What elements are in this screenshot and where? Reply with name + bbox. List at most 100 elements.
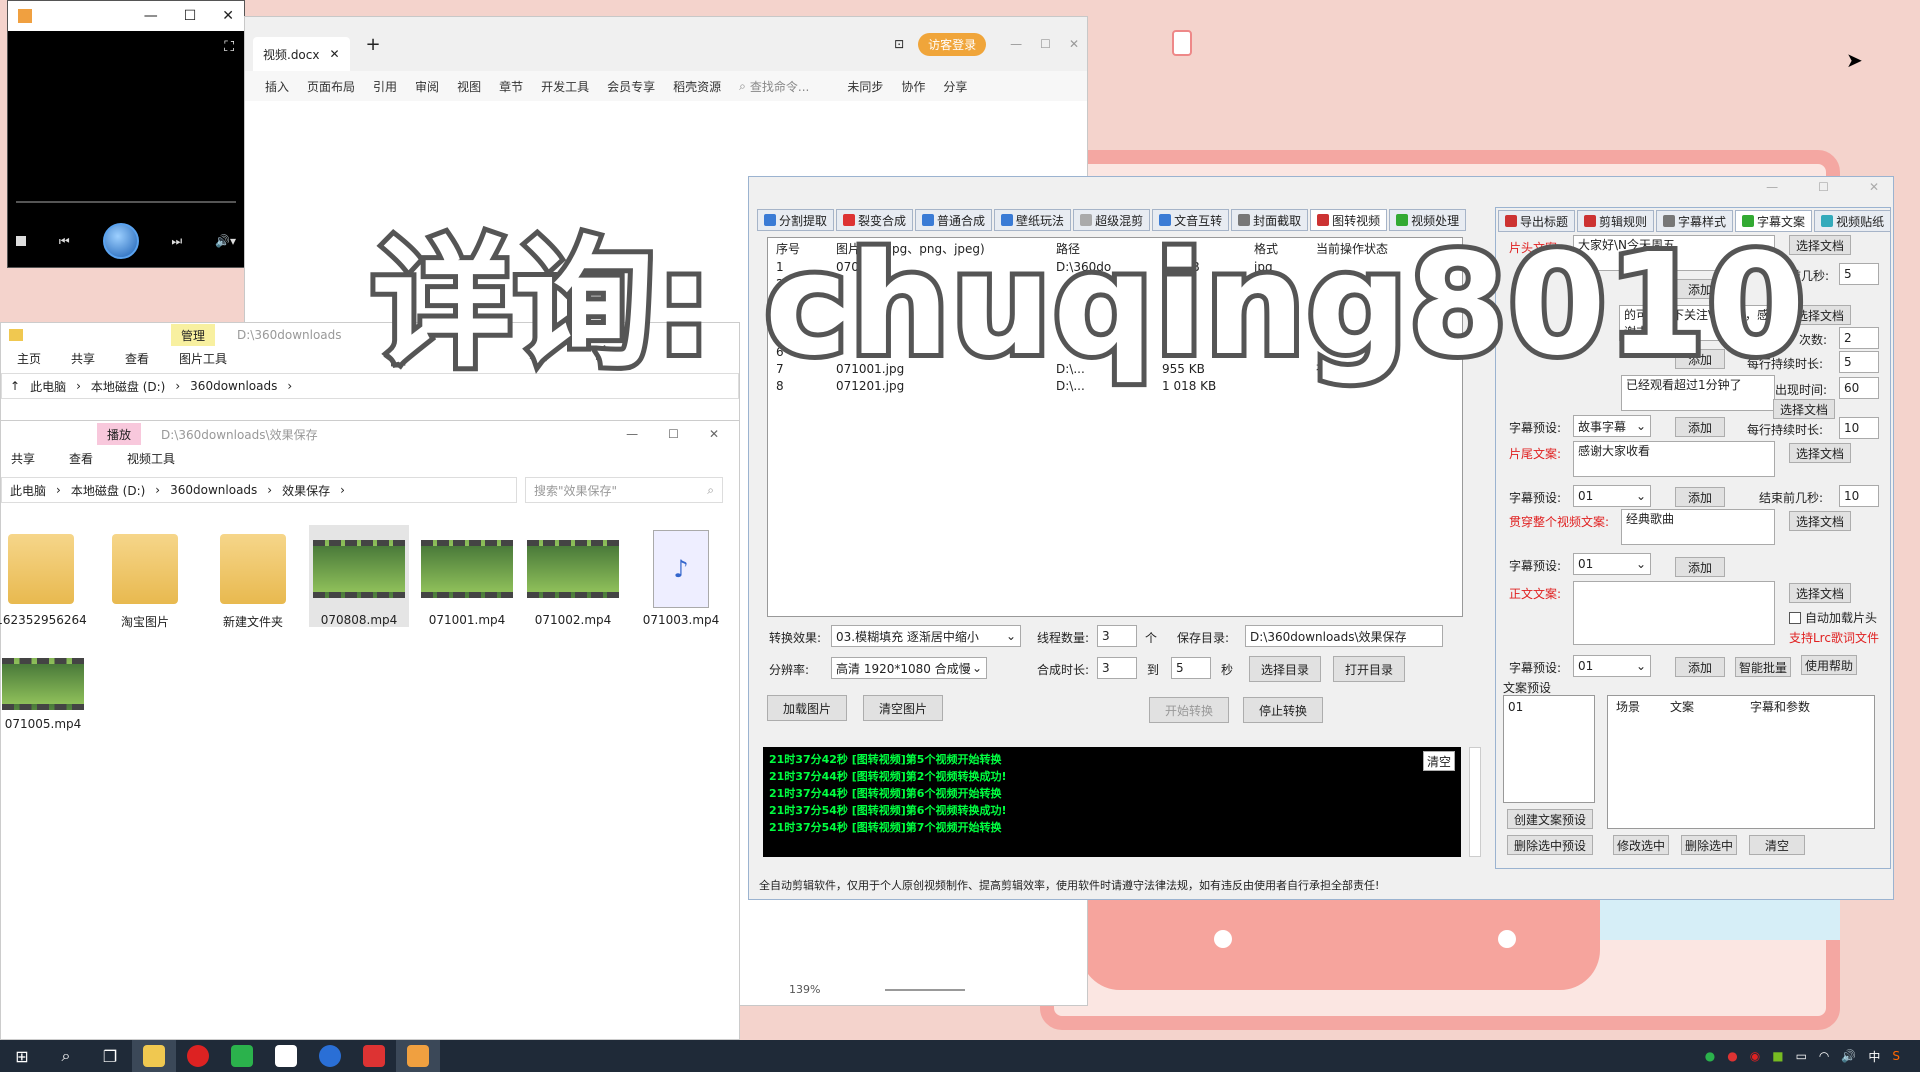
file-explorer-icon[interactable]: [132, 1040, 176, 1072]
minimize-icon[interactable]: —: [1766, 180, 1778, 194]
window-layout-icon[interactable]: ⊡: [894, 37, 904, 51]
record-tray-icon[interactable]: ◉: [1750, 1049, 1760, 1063]
zoom-slider[interactable]: [885, 989, 965, 991]
maximize-icon[interactable]: ☐: [668, 427, 679, 441]
document-tab[interactable]: 视频.docx ✕: [253, 37, 350, 71]
breadcrumb-results[interactable]: 效果保存: [282, 482, 330, 499]
collab-button[interactable]: 协作: [901, 78, 925, 95]
count-input[interactable]: 2: [1839, 327, 1879, 349]
file-item[interactable]: ♪ 071003.mp4: [631, 525, 731, 627]
tail-choose-doc-button[interactable]: 选择文档: [1789, 443, 1851, 463]
file-item[interactable]: 162352956264: [0, 525, 91, 627]
through-text-input[interactable]: 经典歌曲: [1621, 509, 1775, 545]
search-command[interactable]: ⌕ 查找命令...: [739, 78, 809, 95]
choose-dir-button[interactable]: 选择目录: [1249, 656, 1321, 682]
media-player-icon[interactable]: [396, 1040, 440, 1072]
wechat-tray-icon[interactable]: ●: [1705, 1049, 1715, 1063]
close-tab-icon[interactable]: ✕: [329, 47, 339, 61]
guest-login-button[interactable]: 访客登录: [918, 32, 987, 56]
clear-images-button[interactable]: 清空图片: [863, 695, 943, 721]
mid2-choose-doc-button[interactable]: 选择文档: [1773, 399, 1835, 419]
minimize-icon[interactable]: —: [626, 427, 638, 441]
close-icon[interactable]: ✕: [709, 427, 719, 441]
play-button[interactable]: [102, 223, 139, 259]
body-choose-doc-button[interactable]: 选择文档: [1789, 583, 1851, 603]
resolution-select[interactable]: 高清 1920*1080 合成慢 ⌄: [831, 657, 987, 679]
duration-from-input[interactable]: 3: [1097, 657, 1137, 679]
threads-input[interactable]: 3: [1097, 625, 1137, 647]
sogou-tray-icon[interactable]: S: [1892, 1049, 1900, 1063]
help-button[interactable]: 使用帮助: [1801, 655, 1857, 675]
delete-selected-button[interactable]: 删除选中: [1681, 835, 1737, 855]
tab-manage[interactable]: 管理: [171, 324, 216, 346]
load-images-button[interactable]: 加载图片: [767, 695, 847, 721]
body-text-input[interactable]: [1573, 581, 1775, 645]
ime-icon[interactable]: 中: [1868, 1048, 1880, 1065]
tab-share[interactable]: 共享: [61, 347, 105, 369]
menu-docer[interactable]: 稻壳资源: [673, 78, 721, 95]
smart-batch-button[interactable]: 智能批量: [1735, 657, 1791, 677]
maximize-icon[interactable]: ☐: [1818, 180, 1829, 194]
browser-icon[interactable]: [308, 1040, 352, 1072]
lrc-support-link[interactable]: 支持Lrc歌词文件: [1789, 629, 1879, 646]
search-icon[interactable]: ⌕: [44, 1040, 88, 1072]
tab-share[interactable]: 共享: [1, 447, 45, 469]
clear-preset-button[interactable]: 清空: [1749, 835, 1805, 855]
log-clear-button[interactable]: 清空: [1423, 751, 1455, 771]
file-item[interactable]: 071001.mp4: [417, 525, 517, 627]
stop-convert-button[interactable]: 停止转换: [1243, 697, 1323, 723]
address-bar[interactable]: 此电脑 › 本地磁盘 (D:) › 360downloads › 效果保存 ›: [1, 477, 517, 503]
tail-text-input[interactable]: 感谢大家收看: [1573, 441, 1775, 477]
media-player-window[interactable]: — ☐ ✕ ⛶ ⏮ ⏭ 🔊▾: [7, 0, 245, 268]
zoom-level[interactable]: 139%: [789, 983, 820, 996]
before-seconds-input[interactable]: 5: [1839, 263, 1879, 285]
start-convert-button[interactable]: 开始转换: [1149, 697, 1229, 723]
through-preset-select[interactable]: 01 ⌄: [1573, 553, 1651, 575]
menu-developer[interactable]: 开发工具: [541, 78, 589, 95]
preset-detail-table[interactable]: 场景 文案 字幕和参数: [1607, 695, 1875, 829]
open-dir-button[interactable]: 打开目录: [1333, 656, 1405, 682]
minimize-icon[interactable]: —: [1010, 37, 1022, 51]
breadcrumb-drive-d[interactable]: 本地磁盘 (D:): [71, 482, 145, 499]
preset-list-item[interactable]: 01: [1508, 700, 1523, 714]
wechat-icon[interactable]: [220, 1040, 264, 1072]
maximize-icon[interactable]: ☐: [184, 8, 197, 24]
tab-video-tools[interactable]: 视频工具: [117, 447, 185, 469]
minimize-icon[interactable]: —: [144, 8, 158, 24]
add-body-button[interactable]: 添加: [1675, 657, 1725, 677]
wps-icon[interactable]: [352, 1040, 396, 1072]
through-choose-doc-button[interactable]: 选择文档: [1789, 511, 1851, 531]
each-duration2-input[interactable]: 10: [1839, 417, 1879, 439]
close-icon[interactable]: ✕: [1869, 180, 1879, 194]
file-item-selected[interactable]: 070808.mp4: [309, 525, 409, 627]
wifi-icon[interactable]: ◠: [1819, 1049, 1829, 1063]
task-view-icon[interactable]: ❐: [88, 1040, 132, 1072]
nvidia-tray-icon[interactable]: ■: [1772, 1049, 1783, 1063]
end-before-input[interactable]: 10: [1839, 485, 1879, 507]
add-through-button[interactable]: 添加: [1675, 557, 1725, 577]
close-icon[interactable]: ✕: [222, 8, 234, 24]
menu-page-layout[interactable]: 页面布局: [307, 78, 355, 95]
windows-start-icon[interactable]: ⊞: [0, 1040, 44, 1072]
subtitle-preset-select[interactable]: 故事字幕 ⌄: [1573, 415, 1651, 437]
recorder-icon[interactable]: [176, 1040, 220, 1072]
save-dir-input[interactable]: D:\360downloads\效果保存: [1245, 625, 1443, 647]
sync-status[interactable]: 未同步: [847, 78, 883, 95]
fullscreen-icon[interactable]: ⛶: [224, 39, 234, 55]
tail-preset-select[interactable]: 01 ⌄: [1573, 485, 1651, 507]
breadcrumb-this-pc[interactable]: 此电脑: [10, 482, 46, 499]
volume-icon[interactable]: 🔊: [1841, 1049, 1856, 1063]
appear-time-input[interactable]: 60: [1839, 377, 1879, 399]
auto-head-checkbox[interactable]: 自动加载片头: [1789, 609, 1877, 626]
breadcrumb-drive-d[interactable]: 本地磁盘 (D:): [91, 378, 165, 395]
breadcrumb-360downloads[interactable]: 360downloads: [190, 379, 277, 393]
log-scrollbar[interactable]: [1469, 747, 1481, 857]
tab-view[interactable]: 查看: [115, 347, 159, 369]
edit-selected-button[interactable]: 修改选中: [1613, 835, 1669, 855]
close-icon[interactable]: ✕: [1069, 37, 1079, 51]
body-preset-select[interactable]: 01 ⌄: [1573, 655, 1651, 677]
menu-review[interactable]: 审阅: [415, 78, 439, 95]
menu-vip[interactable]: 会员专享: [607, 78, 655, 95]
battery-icon[interactable]: ▭: [1796, 1049, 1807, 1063]
up-arrow-icon[interactable]: ↑: [10, 379, 20, 393]
